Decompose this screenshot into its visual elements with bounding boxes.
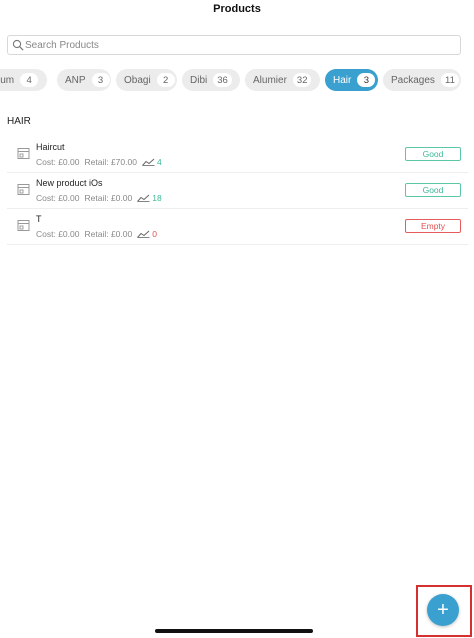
- product-name: Haircut: [36, 142, 65, 152]
- category-chip-count: 4: [20, 73, 39, 87]
- search-bar[interactable]: [7, 35, 461, 55]
- product-cost: Cost: £0.00: [36, 157, 80, 167]
- category-chip-label: Alumier: [253, 74, 287, 86]
- home-indicator: [155, 629, 313, 633]
- product-row-haircut[interactable]: Haircut Cost: £0.00 Retail: £70.00 4 Good: [7, 137, 468, 173]
- category-chip-ium[interactable]: ium 4: [0, 69, 47, 91]
- status-badge: Good: [405, 147, 461, 161]
- category-chip-count: 3: [91, 73, 110, 87]
- product-cost: Cost: £0.00: [36, 229, 80, 239]
- category-chip-count: 32: [292, 73, 312, 87]
- category-chip-label: Obagi: [124, 74, 151, 86]
- category-chip-count: 3: [357, 73, 376, 87]
- product-box-icon: [17, 148, 30, 159]
- product-row-t[interactable]: T Cost: £0.00 Retail: £0.00 0 Empty: [7, 209, 468, 245]
- trend-chart-icon: [137, 230, 150, 238]
- product-box-icon: [17, 220, 30, 231]
- category-chip-label: ium: [0, 74, 15, 86]
- status-badge: Empty: [405, 219, 461, 233]
- product-retail: Retail: £0.00: [84, 229, 133, 239]
- status-badge: Good: [405, 183, 461, 197]
- category-chip-obagi[interactable]: Obagi 2: [116, 69, 177, 91]
- product-retail: Retail: £70.00: [84, 157, 137, 167]
- plus-icon: +: [437, 599, 449, 621]
- category-chip-label: ANP: [65, 74, 86, 86]
- category-chip-label: Packages: [391, 74, 435, 86]
- product-name: New product iOs: [36, 178, 103, 188]
- category-chip-dibi[interactable]: Dibi 36: [182, 69, 240, 91]
- page-title: Products: [213, 3, 261, 15]
- product-cost: Cost: £0.00: [36, 193, 80, 203]
- category-chip-label: Dibi: [190, 74, 208, 86]
- product-meta: Cost: £0.00 Retail: £0.00 0: [36, 229, 157, 239]
- product-box-icon: [17, 184, 30, 195]
- category-chip-hair[interactable]: Hair 3: [325, 69, 378, 91]
- section-header: HAIR: [7, 116, 31, 127]
- category-chip-anp[interactable]: ANP 3: [57, 69, 111, 91]
- add-product-button[interactable]: +: [427, 594, 459, 626]
- search-icon: [12, 39, 24, 51]
- stock-count: 4: [156, 157, 162, 167]
- category-chip-count: 11: [440, 73, 459, 87]
- category-chip-count: 2: [156, 73, 175, 87]
- category-chip-packages[interactable]: Packages 11: [383, 69, 461, 91]
- product-name: T: [36, 214, 42, 224]
- category-chip-count: 36: [213, 73, 232, 87]
- category-chip-label: Hair: [333, 74, 352, 86]
- search-input[interactable]: [25, 37, 445, 53]
- stock-count: 18: [152, 193, 162, 203]
- stock-count: 0: [152, 229, 157, 239]
- category-chip-alumier[interactable]: Alumier 32: [245, 69, 320, 91]
- category-filter-bar: ium 4 ANP 3 Obagi 2 Dibi 36 Alumier 32 H…: [0, 69, 474, 92]
- product-meta: Cost: £0.00 Retail: £70.00 4: [36, 157, 162, 167]
- product-retail: Retail: £0.00: [84, 193, 133, 203]
- trend-chart-icon: [137, 194, 150, 202]
- product-meta: Cost: £0.00 Retail: £0.00 18: [36, 193, 162, 203]
- product-row-new-product-ios[interactable]: New product iOs Cost: £0.00 Retail: £0.00…: [7, 173, 468, 209]
- trend-chart-icon: [142, 158, 155, 166]
